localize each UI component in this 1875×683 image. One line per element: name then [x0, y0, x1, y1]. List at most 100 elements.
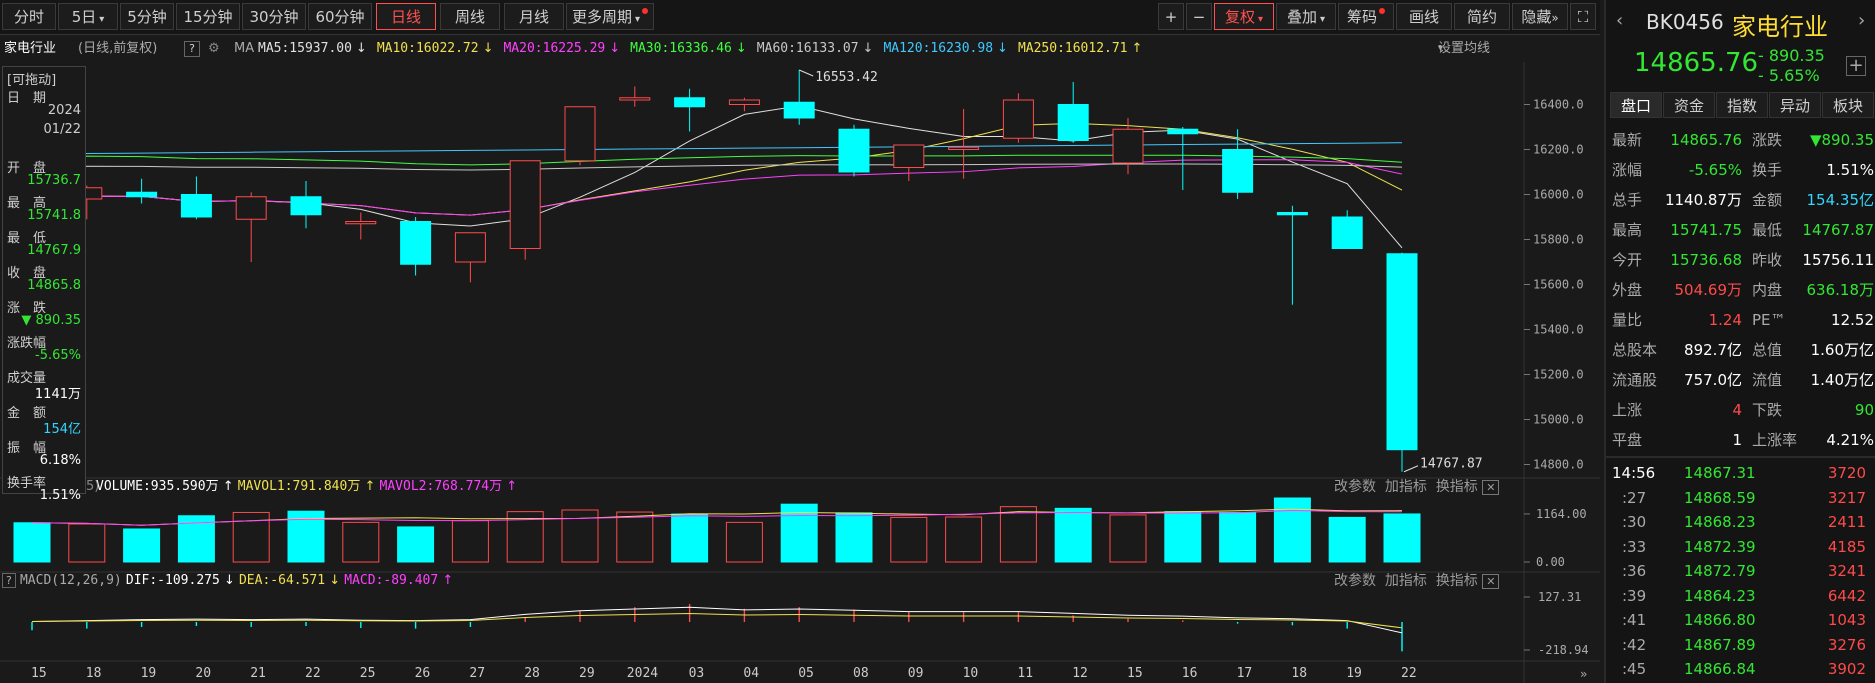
tick-price: 14867.31: [1684, 464, 1756, 482]
quote-row: 最高 15741.75 最低 14767.87: [1612, 215, 1874, 245]
tab-sector[interactable]: 板块: [1822, 92, 1874, 118]
min-price-label: 14767.87: [1420, 457, 1483, 472]
chevron-right-icon[interactable]: ›: [1858, 10, 1865, 31]
date-tick-label: 16: [1182, 666, 1198, 681]
index-name: 家电行业: [1732, 13, 1828, 41]
date-tick-label: 11: [1017, 666, 1033, 681]
quote-label: 流通股: [1612, 371, 1658, 389]
info-value: 154亿: [43, 422, 81, 437]
min-pointer: [1403, 465, 1419, 473]
ma-lines: [31, 105, 1403, 249]
volume-bar: [68, 523, 106, 563]
add-watchlist-button[interactable]: +: [1846, 56, 1866, 76]
volume-value: VOLUME:935.590万: [96, 479, 219, 494]
candle-body: [400, 221, 432, 265]
volume-bar: [123, 528, 161, 563]
tick-time: :41: [1622, 611, 1647, 629]
ma-line: [31, 142, 1403, 155]
tick-price: 14866.84: [1684, 660, 1756, 678]
drag-handle[interactable]: [可拖动]: [7, 69, 56, 88]
date-tick-label: 12: [1072, 666, 1088, 681]
tick-row: :36 14872.79 3241: [1612, 559, 1874, 583]
price-tick-label: 15400.0: [1533, 323, 1584, 337]
macd-name: MACD(12,26,9): [19, 573, 122, 588]
volume-bar: [616, 511, 654, 563]
date-tick-label: 2024: [627, 666, 658, 681]
chevron-left-icon[interactable]: ‹: [1616, 10, 1623, 31]
quote-value: 4: [1732, 401, 1742, 419]
arrow-up-icon: ↑: [222, 479, 234, 494]
last-price: 14865.76: [1634, 48, 1759, 78]
volume-header: VOLUME:935.590万 ↑ MAVOL1:791.840万 ↑ MAVO…: [96, 476, 1546, 498]
switch-indicator-button[interactable]: 换指标: [1436, 479, 1478, 495]
date-tick-label: 05: [798, 666, 814, 681]
arrow-up-icon: ↑: [364, 479, 376, 494]
macd-panel: 127.31 -218.94: [31, 590, 1589, 657]
add-indicator-button[interactable]: 加指标: [1385, 479, 1427, 495]
change-params-button[interactable]: 改参数: [1334, 479, 1376, 495]
tick-volume: 1043: [1827, 611, 1866, 629]
price-axis: 16400.0 16200.0 16000.0 15800.0 15600.0 15400…: [1524, 98, 1584, 472]
add-indicator-button[interactable]: 加指标: [1385, 573, 1427, 589]
tick-time: :27: [1622, 488, 1647, 507]
tab-funds[interactable]: 资金: [1663, 92, 1715, 118]
quote-value: -5.65%: [1688, 161, 1742, 179]
dea-value: DEA:-64.571: [238, 573, 326, 588]
close-icon[interactable]: ✕: [1482, 574, 1500, 589]
date-tick-label: 15: [1127, 666, 1143, 681]
quote-label: 下跌: [1752, 401, 1783, 419]
candle-body: [1331, 216, 1363, 249]
quote-value: 90: [1854, 401, 1874, 419]
volume-tools: 改参数 加指标 换指标 ✕: [1334, 476, 1500, 499]
date-tick-label: 15: [31, 666, 47, 681]
tab-pankou[interactable]: 盘口: [1610, 92, 1662, 118]
macd-tick-label: -218.94: [1538, 643, 1589, 657]
date-tick-label: 22: [305, 666, 321, 681]
arrow-down-icon: ↓: [223, 573, 235, 588]
info-value: 14767.9: [27, 243, 81, 258]
tab-label: 板块: [1832, 97, 1863, 115]
crosshair-info-panel[interactable]: [可拖动] 日 期 2024 01/22 开 盘 15736.7 最 高 15741.8 最 …: [2, 66, 86, 503]
tick-volume: 4185: [1827, 537, 1866, 556]
quote-value: 636.18万: [1806, 281, 1875, 299]
date-tick-label: 27: [469, 666, 485, 681]
change-params-button[interactable]: 改参数: [1334, 573, 1376, 589]
candle-body: [235, 196, 267, 220]
price-tick-label: 14800.0: [1533, 458, 1584, 472]
close-icon[interactable]: ✕: [1482, 480, 1500, 495]
ma-line: [31, 163, 1403, 171]
tab-index[interactable]: 指数: [1716, 92, 1768, 118]
candle-body: [564, 106, 596, 162]
volume-bar: [890, 516, 928, 563]
candle-body: [1276, 212, 1308, 216]
candle-body: [180, 194, 212, 218]
tab-label: 异动: [1779, 97, 1810, 115]
volume-tick-label: 0.00: [1536, 555, 1565, 569]
volume-bar: [835, 512, 873, 563]
quote-value: 12.52: [1831, 311, 1874, 329]
switch-indicator-button[interactable]: 换指标: [1436, 573, 1478, 589]
tab-label: 指数: [1726, 97, 1757, 115]
quote-header: ‹ BK0456 家电行业 › 14865.76 - 890.35 - 5.65…: [1606, 0, 1875, 92]
macd-header: ? MACD(12,26,9) DIF:-109.275 ↓ DEA:-64.5…: [2, 570, 1452, 592]
tab-movement[interactable]: 异动: [1769, 92, 1821, 118]
quote-label: 换手: [1752, 161, 1783, 179]
date-tick-label: 22: [1401, 666, 1417, 681]
candle-body: [1112, 128, 1144, 164]
info-value: 15741.8: [27, 208, 81, 223]
tick-time: 14:56: [1612, 464, 1656, 482]
date-tick-label: 18: [86, 666, 102, 681]
candle-body: [783, 101, 815, 119]
quote-row: 平盘 1 上涨率 4.21%: [1612, 425, 1874, 455]
tick-volume: 3241: [1827, 562, 1866, 580]
volume-bar: [671, 513, 709, 563]
date-tick-label: 20: [195, 666, 211, 681]
quote-row: 外盘 504.69万 内盘 636.18万: [1612, 275, 1874, 305]
date-tick-label: 08: [853, 666, 869, 681]
help-icon[interactable]: ?: [2, 573, 16, 588]
quote-tabs: 盘口 资金 指数 异动 板块: [1610, 92, 1875, 120]
candle-body: [1386, 253, 1418, 451]
date-tick-label: 28: [524, 666, 540, 681]
quote-value: 15736.68: [1670, 251, 1742, 269]
candle-body: [1057, 104, 1089, 141]
